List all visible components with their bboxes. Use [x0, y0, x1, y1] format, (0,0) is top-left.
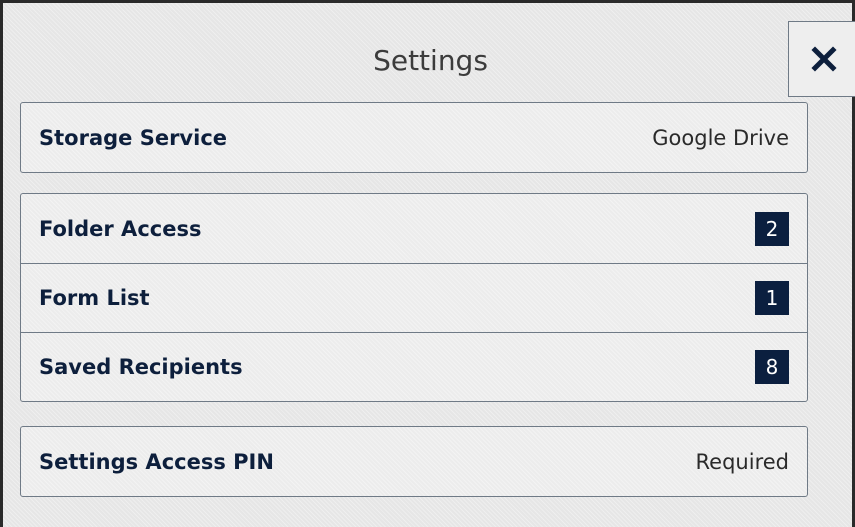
saved-recipients-label: Saved Recipients	[39, 355, 243, 379]
storage-service-row[interactable]: Storage Service Google Drive	[21, 103, 807, 172]
settings-access-pin-label: Settings Access PIN	[39, 449, 274, 474]
form-list-row[interactable]: Form List 1	[21, 263, 807, 332]
pin-card: Settings Access PIN Required	[20, 426, 808, 497]
settings-access-pin-value: Required	[695, 449, 789, 474]
form-list-label: Form List	[39, 286, 150, 310]
folder-access-label: Folder Access	[39, 216, 202, 241]
settings-panel: Settings Storage Service Google Drive Fo…	[0, 0, 855, 527]
close-icon	[811, 46, 837, 72]
saved-recipients-count-badge: 8	[755, 350, 789, 384]
lists-card: Folder Access 2 Form List 1 Saved Recipi…	[20, 193, 808, 402]
folder-access-count-badge: 2	[755, 211, 789, 246]
page-title: Settings	[373, 44, 488, 77]
storage-card: Storage Service Google Drive	[20, 102, 808, 173]
form-list-count-badge: 1	[755, 281, 789, 315]
storage-service-value: Google Drive	[652, 125, 789, 150]
storage-service-label: Storage Service	[39, 125, 228, 150]
folder-access-row[interactable]: Folder Access 2	[21, 194, 807, 263]
settings-access-pin-row[interactable]: Settings Access PIN Required	[21, 427, 807, 496]
saved-recipients-row[interactable]: Saved Recipients 8	[21, 332, 807, 401]
close-button[interactable]	[788, 21, 855, 97]
